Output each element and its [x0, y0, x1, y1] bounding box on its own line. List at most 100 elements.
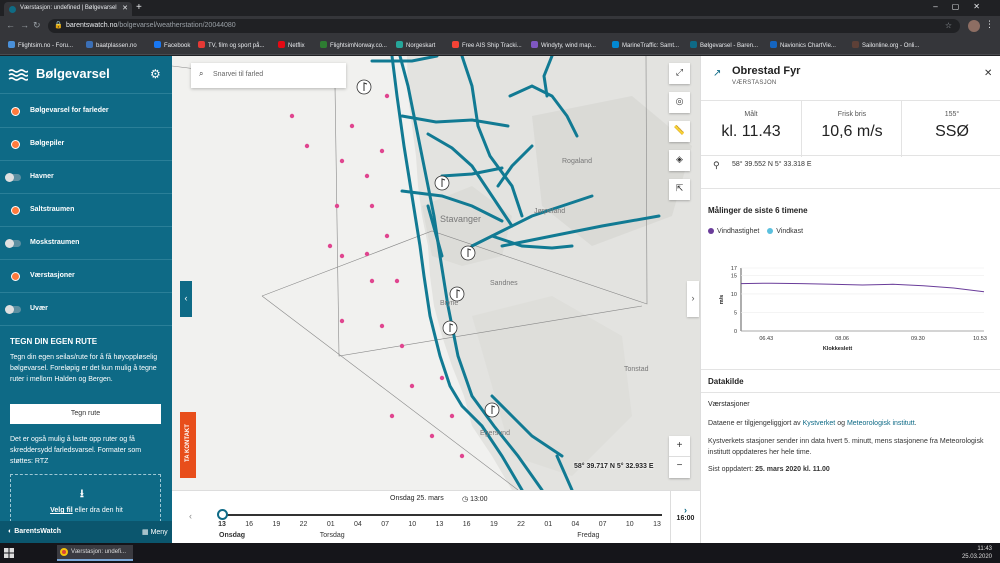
layer-toggle[interactable]	[5, 305, 21, 314]
map-canvas[interactable]	[172, 56, 700, 490]
timeline-tick[interactable]: 04	[348, 521, 368, 528]
zoom-out-button[interactable]: −	[669, 457, 690, 478]
close-icon[interactable]: ✕	[984, 68, 992, 79]
measure-button[interactable]: 📏	[669, 121, 690, 142]
bookmark-item[interactable]: TV, film og sport på...	[198, 41, 264, 49]
star-icon[interactable]: ☆	[945, 21, 952, 30]
reload-icon[interactable]: ↻	[33, 20, 41, 31]
layer-item[interactable]: Moskstraumen	[0, 227, 172, 260]
layer-toggle[interactable]	[5, 239, 21, 248]
datasource-update-info: Kystverkets stasjoner sender inn data hv…	[708, 438, 984, 456]
timeline-tick[interactable]: 04	[565, 521, 585, 528]
timeline-tick[interactable]: 13	[647, 521, 667, 528]
metric-cell: Målt kl. 11.43	[701, 101, 801, 157]
y-tick-label: 0	[734, 329, 737, 335]
search-input[interactable]: ⌕ Snarvei til farled	[191, 63, 346, 88]
timeline-tick[interactable]: 07	[375, 521, 395, 528]
legend-item[interactable]: Vindhastighet	[708, 228, 759, 235]
timeline-track[interactable]	[222, 514, 662, 516]
close-tab-icon[interactable]: ✕	[122, 4, 128, 12]
barentswatch-logo[interactable]: ◐ BarentsWatch	[8, 528, 61, 535]
layer-item[interactable]: Saltstraumen	[0, 194, 172, 227]
locate-button[interactable]: ◎	[669, 92, 690, 113]
choose-file-link[interactable]: Velg fil	[50, 507, 73, 514]
timeline-tick[interactable]: 10	[402, 521, 422, 528]
metric-value: 10,6 m/s	[821, 123, 883, 140]
timeline-handle[interactable]	[217, 509, 228, 520]
timeline-tick[interactable]: 19	[266, 521, 286, 528]
map-view[interactable]: Rogaland Jørpeland Stavanger Sandnes Bryne Eg…	[172, 56, 700, 490]
met-link[interactable]: Meteorologisk institutt	[847, 420, 915, 427]
layer-item[interactable]: Værstasjoner	[0, 260, 172, 293]
metrics-row: Målt kl. 11.43 Frisk bris 10,6 m/s 155° SSØ	[701, 100, 1000, 157]
bookmark-favicon-icon	[154, 41, 161, 48]
window-controls[interactable]: –▢✕	[933, 2, 994, 11]
file-dropzone[interactable]: ⭳ Velg fil eller dra den hit	[10, 474, 161, 522]
bookmark-item[interactable]: MarineTraffic: Samt...	[612, 41, 679, 49]
browser-tab[interactable]: Værstasjon: undefined | Bølgevarsel ✕	[4, 2, 132, 16]
layer-item[interactable]: Bølgepiler	[0, 128, 172, 161]
url-input[interactable]: 🔒 barentswatch.no/bolgevarsel/weathersta…	[48, 19, 960, 33]
layer-status-icon[interactable]	[11, 140, 20, 149]
chart-heading: Målinger de siste 6 timene	[708, 206, 808, 215]
share-button[interactable]: ⇱	[669, 179, 690, 200]
timeline-tick[interactable]: 10	[620, 521, 640, 528]
collapse-sidebar-button[interactable]: ‹	[180, 281, 192, 317]
bookmark-item[interactable]: Free AIS Ship Tracki...	[452, 41, 522, 49]
profile-avatar[interactable]	[968, 20, 980, 32]
bookmark-item[interactable]: baatplassen.no	[86, 41, 137, 49]
metric-label: Målt	[744, 111, 758, 118]
chart-legend: Vindhastighet Vindkast	[708, 228, 811, 235]
timeline-tick[interactable]: 16	[239, 521, 259, 528]
bookmark-item[interactable]: Bølgevarsel - Baren...	[690, 41, 758, 49]
bookmark-item[interactable]: Netflix	[278, 41, 305, 49]
timeline-tick[interactable]: 19	[484, 521, 504, 528]
timeline-prev-button[interactable]: ‹	[189, 511, 192, 521]
bookmark-item[interactable]: Flightsim.no - Foru...	[8, 41, 73, 49]
layer-item[interactable]: Bølgevarsel for farleder	[0, 95, 172, 128]
bookmark-item[interactable]: Norgeskart	[396, 41, 435, 49]
system-clock[interactable]: 11:43 25.03.2020	[962, 545, 992, 561]
timeline-tick[interactable]: 07	[593, 521, 613, 528]
kystverket-link[interactable]: Kystverket	[803, 420, 836, 427]
timeline-tick[interactable]: 01	[538, 521, 558, 528]
timeline-tick[interactable]: 13	[212, 521, 232, 528]
layer-status-icon[interactable]	[11, 107, 20, 116]
menu-button[interactable]: ▦ Meny	[142, 528, 168, 536]
layer-status-icon[interactable]	[11, 272, 20, 281]
metric-label: 155°	[944, 111, 960, 118]
timeline-tick[interactable]: 16	[457, 521, 477, 528]
bookmark-item[interactable]: Sailonline.org - Onli...	[852, 41, 919, 49]
layer-item[interactable]: Uvær	[0, 293, 172, 326]
start-icon[interactable]	[4, 548, 14, 558]
expand-panel-button[interactable]: ›	[687, 281, 699, 317]
back-icon[interactable]: ←	[6, 20, 15, 30]
layer-item[interactable]: Havner	[0, 161, 172, 194]
new-tab-button[interactable]: +	[136, 2, 142, 13]
contact-button[interactable]: TA KONTAKT	[180, 412, 196, 478]
timeline-tick[interactable]: 22	[294, 521, 314, 528]
cursor-coordinates: 58° 39.717 N 5° 32.933 E	[574, 463, 654, 470]
timeline-tick[interactable]: 01	[321, 521, 341, 528]
layer-status-icon[interactable]	[11, 206, 20, 215]
legend-swatch	[708, 228, 714, 234]
layer-toggle[interactable]	[5, 173, 21, 182]
forward-icon[interactable]: →	[20, 20, 29, 30]
legend-item[interactable]: Vindkast	[767, 228, 803, 235]
layers-button[interactable]: ◈	[669, 150, 690, 171]
timeline-next-button[interactable]: › 16:00	[670, 491, 700, 544]
bookmark-item[interactable]: Windyty, wind map...	[531, 41, 596, 49]
timeline-tick[interactable]: 22	[511, 521, 531, 528]
layer-label: Bølgevarsel for farleder	[30, 107, 109, 114]
route-title: TEGN DIN EGEN RUTE	[10, 337, 98, 346]
zoom-in-button[interactable]: +	[669, 436, 690, 457]
bookmark-item[interactable]: FlightsimNorway.co...	[320, 41, 387, 49]
more-menu-icon[interactable]: ⋮	[985, 19, 994, 30]
gear-icon[interactable]: ⚙	[150, 67, 161, 81]
bookmark-item[interactable]: Navionics ChartVie...	[770, 41, 836, 49]
fullscreen-button[interactable]: ⤢	[669, 63, 690, 84]
bookmark-item[interactable]: Facebook	[154, 41, 190, 49]
timeline-tick[interactable]: 13	[430, 521, 450, 528]
taskbar-chrome-app[interactable]: Værstasjon: undefi...	[57, 545, 133, 561]
draw-route-button[interactable]: Tegn rute	[10, 404, 161, 424]
